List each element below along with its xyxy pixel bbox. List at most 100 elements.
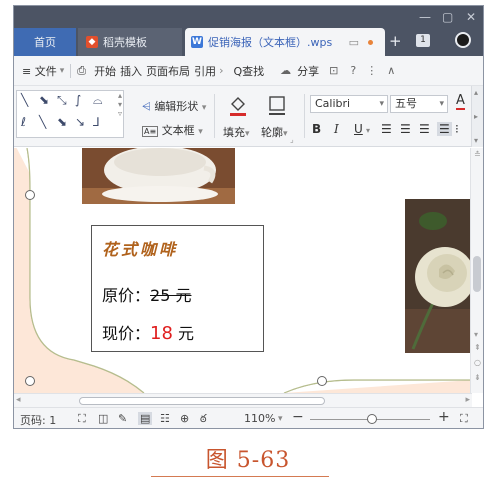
elbow-arrow-shape-icon[interactable]: ⬊ (57, 115, 67, 129)
line-shape-icon[interactable]: ╲ (21, 93, 28, 107)
resize-handle[interactable] (25, 376, 35, 386)
outline-view-icon[interactable]: ☷ (160, 412, 170, 425)
fit-window-icon[interactable]: ⛶ (460, 412, 468, 426)
chevron-up-icon[interactable]: ▴ (474, 88, 478, 97)
textbox-button[interactable]: A≡ 文本框 ▾ (142, 122, 203, 138)
menu-reference[interactable]: 引用 (194, 63, 216, 79)
resize-handle[interactable] (317, 376, 327, 386)
tab-home[interactable]: 首页 (14, 28, 76, 56)
print-preview-icon[interactable]: ⎙ (77, 64, 86, 78)
status-bar: 页码: 1 ⛶ ◫ ✎ ▤ ☷ ⊕ ఠ 110% ▾ − + ⛶ (14, 407, 483, 428)
close-icon[interactable]: ✕ (466, 10, 476, 24)
file-menu[interactable]: ≡ 文件 (22, 63, 57, 79)
zoom-slider[interactable] (310, 414, 430, 424)
original-price-value: 25 元 (150, 286, 192, 305)
fullscreen-icon[interactable]: ⛶ (78, 412, 86, 426)
gallery-scroll-icon[interactable]: ▴ ▾ ▿ (118, 91, 122, 118)
chevron-down-icon[interactable]: ▾ (474, 136, 478, 145)
chevron-down-icon[interactable]: ▾ (366, 126, 370, 135)
fill-label: 填充 (223, 126, 245, 139)
zoom-out-button[interactable]: − (292, 409, 304, 425)
chevron-right-icon[interactable]: ▸ (474, 112, 478, 121)
bracket-shape-icon[interactable]: ⅃ (93, 115, 100, 129)
share-button[interactable]: 分享 (297, 63, 319, 79)
outline-icon[interactable] (266, 94, 288, 116)
horizontal-scroll-thumb[interactable] (79, 397, 325, 405)
zoom-level[interactable]: 110% (244, 412, 275, 425)
resize-handle[interactable] (25, 190, 35, 200)
zoom-slider-knob[interactable] (367, 414, 378, 424)
ribbon-scroll[interactable]: ▴ ▸ ▾ (471, 86, 483, 147)
double-arrow-shape-icon[interactable]: ⤡ (57, 93, 67, 108)
current-price-value: 18 (150, 323, 173, 344)
font-color-button[interactable]: A (456, 94, 465, 110)
tab-document[interactable]: W 促销海报（文本框）.wps ▭ (185, 28, 385, 56)
font-name-select[interactable]: Calibri ▾ (310, 95, 388, 113)
edit-pen-icon[interactable]: ✎ (118, 412, 127, 425)
window-count-button[interactable]: 1 (416, 34, 430, 47)
menu-page-layout[interactable]: 页面布局 (146, 63, 190, 79)
font-size-select[interactable]: 五号 ▾ (390, 95, 448, 113)
tab-daoke-templates[interactable]: ◆ 稻壳模板 (78, 28, 182, 56)
scroll-left-icon[interactable]: ◂ (16, 395, 21, 405)
horizontal-scrollbar[interactable]: ◂ ▸ (14, 393, 472, 407)
underline-button[interactable]: U (354, 122, 363, 136)
more-icon[interactable]: ⋮ (366, 64, 377, 77)
align-right-icon[interactable]: ☰ (419, 122, 430, 136)
italic-button[interactable]: I (334, 122, 339, 136)
read-mode-icon[interactable]: ◫ (98, 412, 108, 425)
align-center-icon[interactable]: ☰ (400, 122, 411, 136)
cloud-icon[interactable]: ☁ (280, 64, 291, 77)
edit-shape-button[interactable]: ⩤ 编辑形状 ▾ (142, 98, 206, 114)
document-canvas[interactable]: 花式咖啡 原价：25 元 现价：18 元 (14, 148, 472, 393)
scribble-shape-icon[interactable]: ℓ (21, 115, 26, 129)
zoom-in-button[interactable]: + (438, 409, 450, 425)
avatar[interactable] (455, 32, 471, 48)
web-view-icon[interactable]: ⊕ (180, 412, 189, 425)
connector-shape-icon[interactable]: ↘ (75, 115, 85, 129)
eye-protection-icon[interactable]: ఠ (200, 412, 207, 428)
freeform-shape-icon[interactable]: ⌓ (93, 93, 103, 108)
bold-button[interactable]: B (312, 122, 321, 136)
arrow-shape-icon[interactable]: ⬊ (39, 93, 49, 107)
fill-bucket-icon[interactable] (227, 94, 249, 116)
curve-shape-icon[interactable]: ∫ (75, 93, 81, 107)
page-number[interactable]: 页码: 1 (20, 412, 56, 428)
align-left-icon[interactable]: ☰ (381, 122, 392, 136)
collapse-ribbon-icon[interactable]: ∧ (387, 64, 395, 77)
card-title: 花式咖啡 (102, 240, 179, 259)
menu-insert[interactable]: 插入 (120, 63, 142, 79)
chevron-down-icon[interactable]: ▾ (278, 414, 283, 424)
chevron-down-icon: ▾ (59, 65, 65, 76)
search-button[interactable]: Q查找 (233, 63, 264, 79)
shape-gallery[interactable]: ╲ ⬊ ⤡ ∫ ⌓ ℓ ╲ ⬊ ↘ ⅃ ▴ ▾ ▿ (16, 90, 124, 138)
help-icon[interactable]: ? (350, 64, 356, 77)
coffee-cup-image[interactable] (82, 148, 235, 204)
new-tab-button[interactable]: + (389, 32, 402, 50)
select-browse-object-icon[interactable]: ○ (474, 358, 481, 367)
history-icon[interactable]: ⊡ (329, 64, 338, 77)
scroll-right-icon[interactable]: ▸ (465, 395, 470, 405)
chevron-down-icon: ▾ (201, 103, 207, 113)
minimize-icon[interactable]: — (419, 10, 431, 24)
maximize-icon[interactable]: ▢ (442, 10, 453, 24)
page-view-icon[interactable]: ▤ (138, 412, 153, 425)
elbow-shape-icon[interactable]: ╲ (39, 115, 46, 129)
outline-button[interactable]: 轮廓▾ (261, 124, 288, 140)
menu-start[interactable]: 开始 (94, 63, 116, 79)
chevron-right-icon[interactable]: › (219, 64, 223, 77)
scroll-down-icon[interactable]: ▾ (474, 330, 478, 339)
next-page-icon[interactable]: ⇟ (474, 373, 481, 382)
prev-page-icon[interactable]: ⇞ (474, 343, 481, 352)
white-rose-image[interactable] (405, 199, 472, 353)
dialog-launcher-icon[interactable]: ⌟ (290, 135, 294, 144)
pin-icon[interactable]: ▭ (349, 36, 359, 49)
vertical-scrollbar[interactable]: ≛ ▾ ⇞ ○ ⇟ (470, 148, 483, 393)
distribute-icon[interactable]: ⁝ (455, 122, 459, 136)
fill-button[interactable]: 填充▾ (223, 124, 250, 140)
price-textbox[interactable]: 花式咖啡 原价：25 元 现价：18 元 (91, 225, 264, 352)
justify-icon[interactable]: ☰ (437, 122, 452, 136)
chevron-down-icon: ▾ (245, 129, 250, 139)
scroll-up-icon[interactable]: ≛ (474, 150, 481, 159)
vertical-scroll-thumb[interactable] (473, 256, 481, 292)
